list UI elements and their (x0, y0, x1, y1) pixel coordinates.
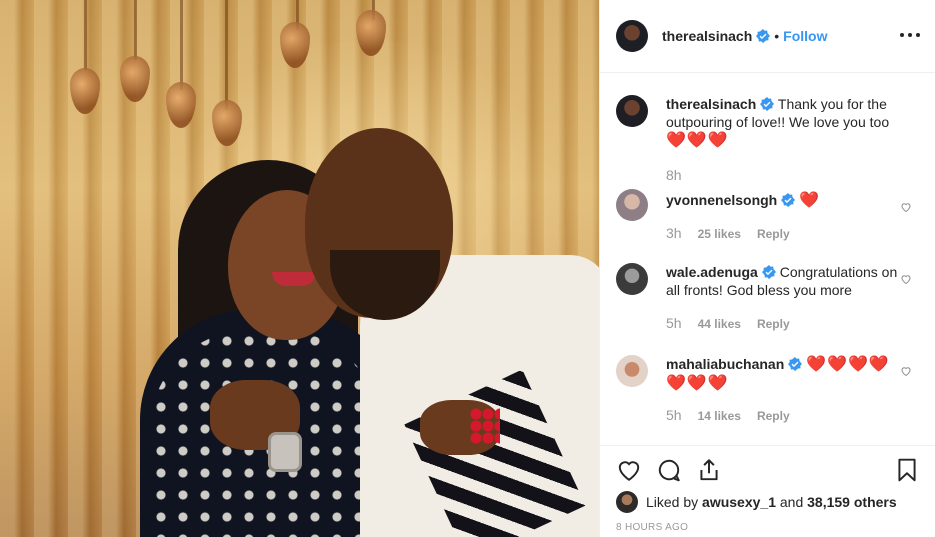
verified-badge-icon (756, 29, 771, 43)
comments-list[interactable]: therealsinach Thank you for the outpouri… (600, 73, 935, 446)
chandelier-chain (180, 0, 183, 90)
post-header: therealsinach • Follow (600, 0, 935, 73)
comment-time[interactable]: 3h (666, 225, 682, 241)
chandelier-chain (84, 0, 87, 70)
author-info: therealsinach • Follow (662, 28, 828, 44)
comment-body: wale.adenuga Congratulations on all fron… (666, 263, 898, 300)
author-avatar[interactable] (616, 95, 648, 127)
caption-meta: 8h (666, 167, 682, 183)
comment-likes[interactable]: 44 likes (698, 317, 741, 331)
share-icon[interactable] (696, 457, 722, 483)
comment-username[interactable]: mahaliabuchanan (666, 356, 784, 372)
chandelier-chain (134, 0, 137, 60)
like-comment-icon[interactable] (900, 273, 912, 285)
like-comment-icon[interactable] (900, 201, 912, 213)
liked-by: Liked by awusexy_1 and 38,159 others (616, 491, 897, 513)
comment-emoji: ❤️ (799, 192, 821, 209)
more-options-icon[interactable] (900, 25, 920, 45)
caption-emoji: ❤️❤️❤️ (666, 132, 729, 149)
action-bar (600, 446, 935, 494)
author-avatar[interactable] (616, 20, 648, 52)
author-username[interactable]: therealsinach (662, 28, 752, 44)
reply-button[interactable]: Reply (757, 317, 790, 331)
liker-avatar[interactable] (616, 491, 638, 513)
commenter-avatar[interactable] (616, 355, 648, 387)
verified-badge-icon (760, 97, 775, 111)
comment-body: yvonnenelsongh ❤️ (666, 191, 898, 210)
post-timestamp[interactable]: 8 HOURS AGO (616, 522, 688, 533)
comment-time[interactable]: 5h (666, 407, 682, 423)
liked-by-prefix: Liked by (646, 494, 699, 510)
comment-meta: 5h 14 likes Reply (666, 407, 790, 423)
verified-badge-icon (788, 357, 803, 371)
comment-likes[interactable]: 14 likes (698, 409, 741, 423)
reply-button[interactable]: Reply (757, 409, 790, 423)
commenter-avatar[interactable] (616, 189, 648, 221)
verified-badge-icon (761, 265, 776, 279)
bookmark-icon[interactable] (894, 457, 920, 483)
comment-meta: 5h 44 likes Reply (666, 315, 790, 331)
comment-bubble-icon[interactable] (656, 457, 682, 483)
follow-button[interactable]: Follow (783, 28, 827, 44)
post-side-panel: therealsinach • Follow therealsinach Tha… (599, 0, 935, 537)
comment-time[interactable]: 5h (666, 315, 682, 331)
heart-outline-icon[interactable] (616, 457, 642, 483)
liked-by-and: and (779, 494, 804, 510)
comment-meta: 3h 25 likes Reply (666, 225, 790, 241)
follow-separator: • (774, 28, 780, 44)
instagram-post: therealsinach • Follow therealsinach Tha… (0, 0, 935, 537)
verified-badge-icon (781, 193, 796, 207)
caption-time[interactable]: 8h (666, 167, 682, 183)
comment-body: mahaliabuchanan ❤️❤️❤️❤️❤️❤️❤️ (666, 355, 898, 393)
comment-username[interactable]: wale.adenuga (666, 264, 758, 280)
comment-username[interactable]: yvonnenelsongh (666, 192, 777, 208)
caption-username[interactable]: therealsinach (666, 96, 756, 112)
likes-count[interactable]: 38,159 others (807, 494, 897, 510)
post-photo[interactable] (0, 0, 599, 537)
like-comment-icon[interactable] (900, 365, 912, 377)
reply-button[interactable]: Reply (757, 227, 790, 241)
liker-username[interactable]: awusexy_1 (702, 494, 776, 510)
painted-nails (470, 408, 500, 444)
caption-body: therealsinach Thank you for the outpouri… (666, 95, 898, 150)
comment-likes[interactable]: 25 likes (698, 227, 741, 241)
commenter-avatar[interactable] (616, 263, 648, 295)
wristwatch (268, 432, 302, 472)
chandelier-chain (225, 0, 228, 110)
